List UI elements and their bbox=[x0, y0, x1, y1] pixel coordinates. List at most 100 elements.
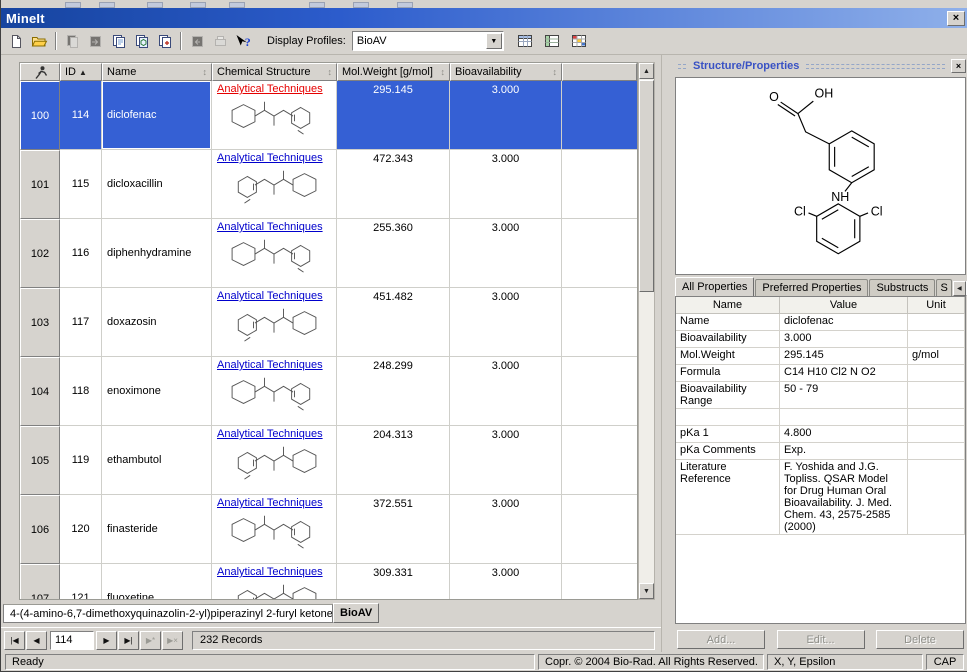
structure-viewer[interactable]: O OH NH Cl Cl bbox=[675, 77, 966, 275]
window-close-button[interactable]: × bbox=[947, 11, 965, 26]
combo-dropdown-icon[interactable]: ▼ bbox=[486, 33, 502, 49]
structure-cell[interactable]: Analytical Techniques bbox=[212, 426, 337, 495]
analytical-techniques-link[interactable]: Analytical Techniques bbox=[217, 566, 323, 578]
property-value-cell[interactable]: 295.145 bbox=[780, 348, 908, 365]
property-row[interactable]: Name diclofenac bbox=[676, 314, 965, 331]
structure-cell[interactable]: Analytical Techniques bbox=[212, 495, 337, 564]
sort-toggle-icon[interactable]: ↕ bbox=[328, 67, 333, 77]
property-name-cell[interactable]: Bioavailability bbox=[676, 331, 780, 348]
properties-tab[interactable]: Preferred Properties bbox=[755, 279, 868, 296]
property-row[interactable]: pKa 1 4.800 bbox=[676, 426, 965, 443]
sort-toggle-icon[interactable]: ↕ bbox=[441, 67, 446, 77]
display-profiles-combobox[interactable]: BioAV ▼ bbox=[352, 31, 504, 51]
table-row[interactable]: 107 121 fluoxetine Analytical Techniques bbox=[20, 564, 637, 600]
property-value-cell[interactable]: Exp. bbox=[780, 443, 908, 460]
column-header-chemical-structure[interactable]: Chemical Structure ↕ bbox=[212, 63, 337, 81]
scrollbar-thumb[interactable] bbox=[639, 80, 654, 292]
property-unit-cell[interactable] bbox=[908, 443, 965, 460]
bioavailability-cell[interactable]: 3.000 bbox=[450, 219, 562, 288]
property-unit-cell[interactable] bbox=[908, 331, 965, 348]
analytical-techniques-link[interactable]: Analytical Techniques bbox=[217, 152, 323, 164]
id-cell[interactable]: 120 bbox=[60, 495, 102, 564]
prop-column-name[interactable]: Name bbox=[676, 297, 780, 314]
name-cell[interactable]: ethambutol bbox=[102, 426, 212, 495]
property-row[interactable]: Mol.Weight 295.145 g/mol bbox=[676, 348, 965, 365]
next-record-button[interactable]: ▶ bbox=[96, 631, 117, 650]
bioavailability-cell[interactable]: 3.000 bbox=[450, 150, 562, 219]
mol-weight-cell[interactable]: 372.551 bbox=[337, 495, 450, 564]
structure-cell[interactable]: Analytical Techniques bbox=[212, 288, 337, 357]
property-value-cell[interactable] bbox=[780, 409, 908, 426]
id-cell[interactable]: 114 bbox=[60, 81, 102, 150]
panel-close-button[interactable]: × bbox=[951, 59, 966, 73]
mol-weight-cell[interactable]: 204.313 bbox=[337, 426, 450, 495]
last-record-button[interactable]: ▶| bbox=[118, 631, 139, 650]
property-row[interactable]: Literature Reference F. Yoshida and J.G.… bbox=[676, 460, 965, 535]
mol-weight-cell[interactable]: 451.482 bbox=[337, 288, 450, 357]
structure-cell[interactable]: Analytical Techniques bbox=[212, 564, 337, 600]
id-cell[interactable]: 115 bbox=[60, 150, 102, 219]
tab-scroll-left-icon[interactable]: ◀ bbox=[953, 281, 966, 296]
property-value-cell[interactable]: 3.000 bbox=[780, 331, 908, 348]
property-row[interactable]: Formula C14 H10 Cl2 N O2 bbox=[676, 365, 965, 382]
analytical-techniques-link[interactable]: Analytical Techniques bbox=[217, 221, 323, 233]
property-name-cell[interactable]: Mol.Weight bbox=[676, 348, 780, 365]
bioavailability-cell[interactable]: 3.000 bbox=[450, 357, 562, 426]
sheet-tab[interactable]: 4-(4-amino-6,7-dimethoxyquinazolin-2-yl)… bbox=[3, 604, 333, 623]
prop-column-value[interactable]: Value bbox=[780, 297, 908, 314]
id-cell[interactable]: 121 bbox=[60, 564, 102, 600]
property-value-cell[interactable]: C14 H10 Cl2 N O2 bbox=[780, 365, 908, 382]
property-unit-cell[interactable] bbox=[908, 426, 965, 443]
property-unit-cell[interactable] bbox=[908, 365, 965, 382]
name-cell[interactable]: diclofenac bbox=[102, 81, 212, 150]
mol-weight-cell[interactable]: 472.343 bbox=[337, 150, 450, 219]
table-row[interactable]: 106 120 finasteride Analytical Technique… bbox=[20, 495, 637, 564]
bioavailability-cell[interactable]: 3.000 bbox=[450, 288, 562, 357]
column-header-bioavailability[interactable]: Bioavailability ↕ bbox=[450, 63, 562, 81]
analytical-techniques-link[interactable]: Analytical Techniques bbox=[217, 428, 323, 440]
sort-toggle-icon[interactable]: ↕ bbox=[203, 67, 208, 77]
property-row[interactable]: Bioavailability 3.000 bbox=[676, 331, 965, 348]
property-unit-cell[interactable] bbox=[908, 460, 965, 535]
open-folder-icon[interactable] bbox=[28, 30, 51, 52]
row-number-cell[interactable]: 106 bbox=[20, 495, 60, 564]
table-row[interactable]: 104 118 enoximone Analytical Techniques bbox=[20, 357, 637, 426]
scroll-down-icon[interactable]: ▼ bbox=[639, 583, 654, 599]
row-number-cell[interactable]: 101 bbox=[20, 150, 60, 219]
property-name-cell[interactable]: Formula bbox=[676, 365, 780, 382]
property-name-cell[interactable]: Name bbox=[676, 314, 780, 331]
mol-weight-cell[interactable]: 248.299 bbox=[337, 357, 450, 426]
property-name-cell[interactable]: Bioavailability Range bbox=[676, 382, 780, 409]
table-row[interactable]: 100 114 diclofenac Analytical Techniques bbox=[20, 81, 637, 150]
bioavailability-cell[interactable]: 3.000 bbox=[450, 495, 562, 564]
bioavailability-cell[interactable]: 3.000 bbox=[450, 426, 562, 495]
sheet-tab[interactable]: BioAV bbox=[333, 603, 379, 623]
property-row[interactable]: pKa Comments Exp. bbox=[676, 443, 965, 460]
property-value-cell[interactable]: 4.800 bbox=[780, 426, 908, 443]
property-value-cell[interactable]: diclofenac bbox=[780, 314, 908, 331]
property-row[interactable] bbox=[676, 409, 965, 426]
name-cell[interactable]: doxazosin bbox=[102, 288, 212, 357]
column-header-name[interactable]: Name ↕ bbox=[102, 63, 212, 81]
name-cell[interactable]: dicloxacillin bbox=[102, 150, 212, 219]
first-record-button[interactable]: |◀ bbox=[4, 631, 25, 650]
duplicate-record-icon[interactable] bbox=[153, 30, 176, 52]
sort-toggle-icon[interactable]: ↕ bbox=[553, 67, 558, 77]
id-cell[interactable]: 116 bbox=[60, 219, 102, 288]
property-name-cell[interactable]: pKa 1 bbox=[676, 426, 780, 443]
caption-grip[interactable] bbox=[806, 64, 945, 69]
property-row[interactable]: Bioavailability Range 50 - 79 bbox=[676, 382, 965, 409]
name-cell[interactable]: diphenhydramine bbox=[102, 219, 212, 288]
id-cell[interactable]: 119 bbox=[60, 426, 102, 495]
properties-tab[interactable]: S bbox=[936, 279, 951, 296]
mol-weight-cell[interactable]: 255.360 bbox=[337, 219, 450, 288]
property-unit-cell[interactable] bbox=[908, 382, 965, 409]
copy-structure-icon[interactable] bbox=[130, 30, 153, 52]
table-row[interactable]: 101 115 dicloxacillin Analytical Techniq… bbox=[20, 150, 637, 219]
property-unit-cell[interactable]: g/mol bbox=[908, 348, 965, 365]
row-number-cell[interactable]: 103 bbox=[20, 288, 60, 357]
property-unit-cell[interactable] bbox=[908, 314, 965, 331]
property-value-cell[interactable]: F. Yoshida and J.G. Topliss. QSAR Model … bbox=[780, 460, 908, 535]
analytical-techniques-link[interactable]: Analytical Techniques bbox=[217, 83, 323, 95]
column-header-mol-weight[interactable]: Mol.Weight [g/mol] ↕ bbox=[337, 63, 450, 81]
